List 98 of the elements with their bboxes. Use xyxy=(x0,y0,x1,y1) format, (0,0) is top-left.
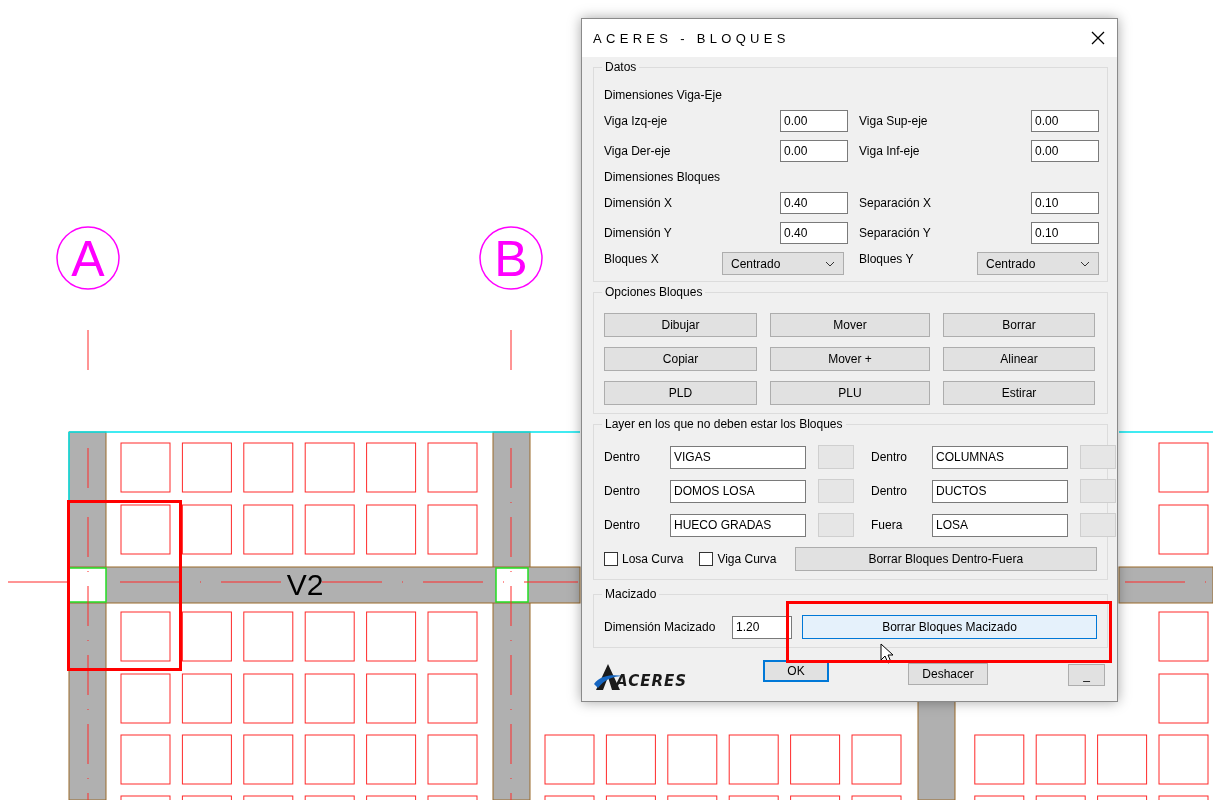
block-outline xyxy=(544,795,595,800)
input-field[interactable]: 0.00 xyxy=(780,110,848,132)
axis-bubble: B xyxy=(479,226,543,290)
axis-line xyxy=(87,329,89,371)
input-field[interactable]: 0.00 xyxy=(1031,110,1099,132)
field-label: Fuera xyxy=(871,518,904,532)
input-field[interactable]: DOMOS LOSA xyxy=(670,479,806,503)
action-button[interactable]: Mover + xyxy=(770,347,930,371)
action-button[interactable]: Alinear xyxy=(943,347,1095,371)
group-title: Datos xyxy=(602,60,640,74)
dropdown[interactable]: Centrado xyxy=(722,252,844,275)
block-outline xyxy=(1158,611,1209,662)
axis-bubble: A xyxy=(56,226,120,290)
layer-pick-button[interactable] xyxy=(1080,479,1116,503)
field-label: Dentro xyxy=(871,450,909,464)
field-label: Dimensión Y xyxy=(604,226,673,240)
field-label: Viga Sup-eje xyxy=(859,114,929,128)
beam-label: V2 xyxy=(286,568,324,601)
action-button[interactable]: Deshacer xyxy=(908,663,988,685)
action-button[interactable]: Mover xyxy=(770,313,930,337)
block-outline xyxy=(1097,795,1148,800)
block-outline xyxy=(1035,734,1086,785)
block-outline xyxy=(605,734,656,785)
checkbox[interactable] xyxy=(699,552,714,566)
field-label: Separación X xyxy=(859,196,933,210)
block-outline xyxy=(974,734,1025,785)
field-label: Viga Izq-eje xyxy=(604,114,669,128)
block-outline xyxy=(1035,795,1086,800)
field-label: Dimensión X xyxy=(604,196,674,210)
action-button[interactable]: Copiar xyxy=(604,347,757,371)
block-outline xyxy=(667,795,718,800)
mouse-cursor-icon xyxy=(880,643,896,665)
action-button[interactable]: Dibujar xyxy=(604,313,757,337)
input-field[interactable]: HUECO GRADAS xyxy=(670,513,806,537)
input-field[interactable]: 0.40 xyxy=(780,192,848,214)
chevron-down-icon xyxy=(1080,260,1090,267)
field-label: Dentro xyxy=(871,484,909,498)
block-outline xyxy=(1158,504,1209,555)
group-title: Opciones Bloques xyxy=(602,285,706,299)
layer-pick-button[interactable] xyxy=(818,445,854,469)
dropdown[interactable]: Centrado xyxy=(977,252,1099,275)
axis-line xyxy=(510,329,512,371)
field-label: Dentro xyxy=(604,518,642,532)
action-button[interactable]: Borrar xyxy=(943,313,1095,337)
block-outline xyxy=(974,795,1025,800)
field-label: Dentro xyxy=(604,484,642,498)
field-label: Bloques X xyxy=(604,252,660,266)
checkbox-label: Viga Curva xyxy=(717,552,777,566)
field-label: Viga Der-eje xyxy=(604,144,672,158)
input-field[interactable]: 0.00 xyxy=(780,140,848,162)
block-outline xyxy=(728,734,779,785)
block-outline xyxy=(1158,673,1209,724)
block-outline xyxy=(605,795,656,800)
input-field[interactable]: 0.10 xyxy=(1031,222,1099,244)
action-button[interactable]: PLU xyxy=(770,381,930,405)
section-heading: Dimensiones Bloques xyxy=(604,169,722,186)
dialog-title: ACERES - BLOQUES xyxy=(593,30,790,46)
field-label: Bloques Y xyxy=(859,252,915,266)
input-field[interactable]: 0.40 xyxy=(780,222,848,244)
group-title: Layer en los que no deben estar los Bloques xyxy=(602,417,846,431)
action-button[interactable]: PLD xyxy=(604,381,757,405)
checkbox-label: Losa Curva xyxy=(622,552,684,566)
action-button[interactable]: Borrar Bloques Dentro-Fuera xyxy=(794,547,1097,571)
field-label: Viga Inf-eje xyxy=(859,144,921,158)
action-button[interactable]: Estirar xyxy=(943,381,1095,405)
layer-pick-button[interactable] xyxy=(818,479,854,503)
input-field[interactable]: COLUMNAS xyxy=(932,445,1068,469)
input-field[interactable]: VIGAS xyxy=(670,445,806,469)
block-outline xyxy=(851,734,902,785)
block-outline xyxy=(1158,734,1209,785)
input-field[interactable]: DUCTOS xyxy=(932,479,1068,503)
chevron-down-icon xyxy=(825,260,835,267)
action-button[interactable]: Borrar Bloques Macizado xyxy=(802,615,1097,639)
input-field[interactable]: LOSA xyxy=(932,513,1068,537)
axis-line xyxy=(7,581,70,583)
block-outline xyxy=(544,734,595,785)
block-outline xyxy=(851,795,902,800)
layer-pick-button[interactable] xyxy=(818,513,854,537)
input-field[interactable]: 0.10 xyxy=(1031,192,1099,214)
block-outline xyxy=(790,795,841,800)
input-field[interactable]: 1.20 xyxy=(732,615,792,639)
block-outline xyxy=(1158,442,1209,493)
block-outline xyxy=(1097,734,1148,785)
block-outline xyxy=(728,795,779,800)
block-outline xyxy=(1158,795,1209,800)
layer-pick-button[interactable] xyxy=(1080,445,1116,469)
field-label: Dimensión Macizado xyxy=(604,620,717,634)
input-field[interactable]: 0.00 xyxy=(1031,140,1099,162)
block-outline xyxy=(667,734,718,785)
group-title: Macizado xyxy=(602,587,660,601)
action-button[interactable]: _ xyxy=(1068,664,1105,686)
checkbox[interactable] xyxy=(604,552,618,566)
field-label: Dentro xyxy=(604,450,642,464)
section-heading: Dimensiones Viga-Eje xyxy=(604,87,723,104)
block-outline xyxy=(790,734,841,785)
logo: ACERES xyxy=(594,664,687,690)
field-label: Separación Y xyxy=(859,226,932,240)
layer-pick-button[interactable] xyxy=(1080,513,1116,537)
